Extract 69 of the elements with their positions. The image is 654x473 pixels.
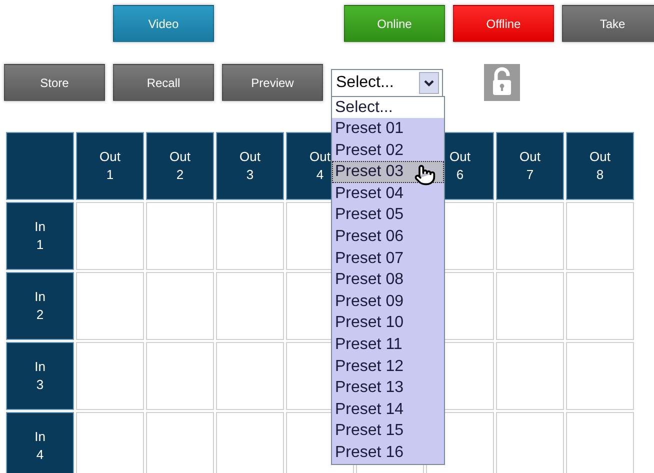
crosspoint-cell[interactable] (496, 412, 564, 473)
padlock-button[interactable] (484, 64, 520, 101)
crosspoint-cell[interactable] (216, 412, 284, 473)
dropdown-option[interactable]: Preset 04 (332, 182, 444, 204)
dropdown-option[interactable]: Preset 14 (332, 398, 444, 420)
dropdown-option[interactable]: Preset 07 (332, 248, 444, 270)
dropdown-option[interactable]: Preset 08 (332, 269, 444, 291)
dropdown-option[interactable]: Preset 05 (332, 204, 444, 226)
header-number: 4 (36, 446, 44, 464)
crosspoint-cell[interactable] (216, 202, 284, 270)
crosspoint-cell[interactable] (566, 272, 634, 340)
header-number: 1 (106, 166, 114, 184)
header-label: Out (170, 148, 190, 166)
preset-select[interactable]: Select... (331, 68, 443, 96)
header-label: In (34, 218, 46, 236)
crosspoint-cell[interactable] (216, 272, 284, 340)
dropdown-option[interactable]: Preset 03 (332, 161, 444, 183)
action-button[interactable]: Recall (113, 64, 214, 101)
take-button[interactable]: Take (562, 5, 654, 42)
header-number: 7 (526, 166, 534, 184)
dropdown-option[interactable]: Preset 09 (332, 290, 444, 312)
header-number: 4 (316, 166, 324, 184)
header-number: 3 (36, 376, 44, 394)
action-button[interactable]: Store (4, 64, 105, 101)
dropdown-option[interactable]: Preset 11 (332, 334, 444, 356)
crosspoint-cell[interactable] (146, 272, 214, 340)
crosspoint-cell[interactable] (496, 342, 564, 410)
crosspoint-cell[interactable] (76, 412, 144, 473)
crosspoint-cell[interactable] (566, 412, 634, 473)
header-label: Out (450, 148, 470, 166)
crosspoint-cell[interactable] (496, 202, 564, 270)
header-label: In (34, 288, 46, 306)
dropdown-option[interactable]: Preset 02 (332, 140, 444, 162)
offline-button[interactable]: Offline (453, 5, 554, 42)
header-number: 2 (36, 306, 44, 324)
crosspoint-cell[interactable] (76, 342, 144, 410)
corner-cell (6, 132, 74, 200)
dropdown-option[interactable]: Select... (332, 96, 444, 118)
crosspoint-cell[interactable] (216, 342, 284, 410)
dropdown-option[interactable]: Preset 01 (332, 118, 444, 140)
dropdown-option[interactable]: Preset 15 (332, 420, 444, 442)
dropdown-option[interactable]: Preset 06 (332, 226, 444, 248)
video-button[interactable]: Video (113, 5, 214, 42)
header-number: 6 (456, 166, 464, 184)
header-label: Out (100, 148, 120, 166)
hand-cursor-icon (414, 164, 436, 186)
header-label: Out (520, 148, 540, 166)
crosspoint-cell[interactable] (496, 272, 564, 340)
header-label: In (34, 428, 46, 446)
dropdown-option[interactable]: Preset 13 (332, 377, 444, 399)
crosspoint-cell[interactable] (76, 272, 144, 340)
header-label: Out (590, 148, 610, 166)
header-number: 3 (246, 166, 254, 184)
action-button[interactable]: Preview (222, 64, 323, 101)
dropdown-option[interactable]: Preset 10 (332, 312, 444, 334)
crosspoint-cell[interactable] (566, 202, 634, 270)
header-label: Out (240, 148, 260, 166)
dropdown-option[interactable]: Preset 12 (332, 356, 444, 378)
header-number: 1 (36, 236, 44, 254)
header-label: In (34, 358, 46, 376)
dropdown-option[interactable]: Preset 16 (332, 442, 444, 464)
crosspoint-cell[interactable] (146, 202, 214, 270)
crosspoint-cell[interactable] (76, 202, 144, 270)
crosspoint-cell[interactable] (146, 342, 214, 410)
crosspoint-cell[interactable] (566, 342, 634, 410)
crosspoint-cell[interactable] (146, 412, 214, 473)
header-number: 2 (176, 166, 184, 184)
header-label: Out (310, 148, 330, 166)
header-number: 8 (596, 166, 604, 184)
